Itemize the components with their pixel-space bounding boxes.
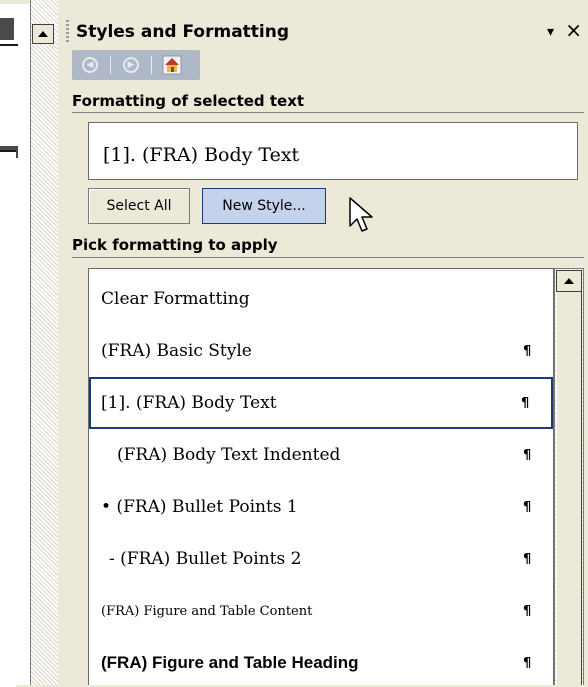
section-heading-pick: Pick formatting to apply xyxy=(72,236,278,254)
close-icon[interactable]: × xyxy=(565,20,582,40)
style-item-bullet-points-2[interactable]: - (FRA) Bullet Points 2 ¶ xyxy=(89,533,553,585)
style-item-figure-table-heading[interactable]: (FRA) Figure and Table Heading ¶ xyxy=(89,637,553,685)
style-list-scroll-up-button[interactable] xyxy=(556,270,582,292)
section-divider xyxy=(72,257,584,258)
document-margin-line xyxy=(0,44,18,46)
paragraph-mark-icon: ¶ xyxy=(523,499,532,515)
style-item-label: • (FRA) Bullet Points 1 xyxy=(101,497,298,517)
paragraph-mark-icon: ¶ xyxy=(523,343,532,359)
style-list: Clear Formatting (FRA) Basic Style ¶ [1]… xyxy=(88,268,554,685)
style-item-basic-style[interactable]: (FRA) Basic Style ¶ xyxy=(89,325,553,377)
pane-title: Styles and Formatting xyxy=(76,22,290,42)
nav-separator xyxy=(151,56,152,74)
select-all-button[interactable]: Select All xyxy=(88,188,190,224)
forward-button[interactable]: ▶ xyxy=(117,53,145,77)
back-button[interactable]: ◀ xyxy=(76,53,104,77)
section-heading-selected: Formatting of selected text xyxy=(72,92,305,110)
styles-formatting-pane: Styles and Formatting ▾ × ◀ ▶ Formatting… xyxy=(58,0,588,685)
style-item-body-text[interactable]: [1]. (FRA) Body Text ¶ xyxy=(89,377,553,429)
document-scroll-up-button[interactable] xyxy=(32,24,54,44)
nav-separator xyxy=(110,56,111,74)
home-button[interactable] xyxy=(158,53,186,77)
paragraph-mark-icon: ¶ xyxy=(521,395,530,411)
document-ruler-mark xyxy=(0,18,14,40)
style-item-label: [1]. (FRA) Body Text xyxy=(101,393,277,413)
pane-menu-dropdown-icon[interactable]: ▾ xyxy=(547,24,554,40)
selected-formatting-box[interactable]: [1]. (FRA) Body Text xyxy=(88,122,578,180)
arrow-up-icon xyxy=(564,278,574,284)
style-item-label: (FRA) Body Text Indented xyxy=(117,445,341,465)
style-item-label: (FRA) Basic Style xyxy=(101,341,252,361)
forward-icon: ▶ xyxy=(123,57,139,73)
document-area xyxy=(0,0,59,687)
style-item-label: (FRA) Figure and Table Content xyxy=(101,603,313,619)
paragraph-mark-icon: ¶ xyxy=(523,603,532,619)
style-item-bullet-points-1[interactable]: • (FRA) Bullet Points 1 ¶ xyxy=(89,481,553,533)
new-style-button[interactable]: New Style... xyxy=(202,188,326,224)
style-item-figure-table-content[interactable]: (FRA) Figure and Table Content ¶ xyxy=(89,585,553,637)
arrow-up-icon xyxy=(38,31,48,37)
mouse-pointer-icon xyxy=(349,197,373,232)
style-item-body-text-indented[interactable]: (FRA) Body Text Indented ¶ xyxy=(89,429,553,481)
document-scrollbar[interactable] xyxy=(30,0,59,685)
pane-titlebar: Styles and Formatting ▾ × xyxy=(58,14,588,48)
style-item-label: - (FRA) Bullet Points 2 xyxy=(109,549,302,569)
back-icon: ◀ xyxy=(82,57,98,73)
style-item-label: Clear Formatting xyxy=(101,289,250,309)
style-item-clear-formatting[interactable]: Clear Formatting xyxy=(89,273,553,325)
home-icon xyxy=(162,55,182,75)
paragraph-mark-icon: ¶ xyxy=(523,655,532,671)
pane-grip-handle[interactable] xyxy=(66,20,69,42)
pane-nav-bar: ◀ ▶ xyxy=(72,50,200,80)
document-page-edge xyxy=(0,150,16,687)
paragraph-mark-icon: ¶ xyxy=(523,447,532,463)
style-item-label: (FRA) Figure and Table Heading xyxy=(101,653,359,672)
style-list-scroll-thumb[interactable] xyxy=(556,292,582,685)
paragraph-mark-icon: ¶ xyxy=(523,551,532,567)
section-divider xyxy=(72,112,584,113)
